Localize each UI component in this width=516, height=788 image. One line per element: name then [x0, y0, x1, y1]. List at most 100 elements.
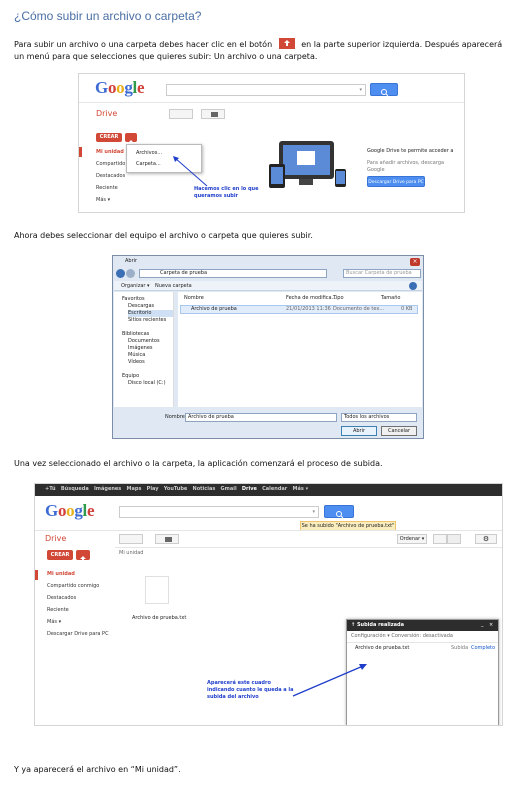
menu-item-carpeta[interactable]: Carpeta...: [136, 161, 161, 168]
address-bar[interactable]: Carpeta de prueba: [139, 269, 327, 278]
tree-bibliotecas[interactable]: Bibliotecas: [122, 331, 173, 338]
open-file-dialog: Abrir × Carpeta de prueba Buscar Carpeta…: [112, 255, 424, 439]
forward-button[interactable]: [126, 269, 135, 278]
nav-item-mas[interactable]: Más ▾: [96, 194, 130, 206]
topbar-drive[interactable]: Drive: [242, 486, 257, 492]
search-button[interactable]: [324, 505, 354, 519]
download-drive-button[interactable]: Descargar Drive para PC: [367, 176, 425, 187]
topbar-maps[interactable]: Maps: [127, 486, 142, 492]
upload-panel-config[interactable]: Configuración ▾ Conversión: desactivada: [351, 633, 453, 640]
help-icon[interactable]: [409, 282, 417, 290]
nav-item-reciente[interactable]: Reciente: [47, 604, 109, 616]
close-icon[interactable]: ×: [410, 258, 420, 266]
col-fecha[interactable]: Fecha de modifica...: [286, 295, 336, 302]
nombre-label: Nombre:: [165, 414, 187, 420]
list-view-button[interactable]: [433, 534, 447, 544]
filter-select[interactable]: Todos los archivos: [341, 413, 417, 422]
tree-sitios[interactable]: Sitios recientes: [128, 317, 173, 324]
tree-favoritos[interactable]: Favoritos: [122, 296, 173, 303]
promo-title: Google Drive te permite acceder a: [367, 148, 454, 154]
annotation-arrow: [292, 664, 367, 697]
file-row[interactable]: Archivo de prueba 21/01/2013 11:36 Docum…: [180, 305, 418, 314]
upload-button[interactable]: [76, 550, 90, 563]
search-field[interactable]: Buscar Carpeta de prueba: [343, 269, 421, 278]
file-thumbnail[interactable]: [145, 576, 169, 604]
nav-item-destacados[interactable]: Destacados: [96, 170, 130, 182]
upload-button[interactable]: [125, 133, 137, 146]
panel-minimize-icon[interactable]: _: [481, 621, 484, 628]
google-logo: Google: [95, 78, 145, 97]
topbar-tu[interactable]: +Tú: [45, 486, 56, 492]
devices-illustration: [269, 139, 351, 191]
grid-view-button[interactable]: [447, 534, 461, 544]
tree-disco[interactable]: Disco local (C:): [128, 380, 173, 387]
upload-panel-title: ↑ Subida realizada: [351, 622, 404, 628]
gear-icon[interactable]: ⚙: [475, 534, 497, 544]
nav-list: Mi unidad Compartido c Destacados Recien…: [96, 146, 130, 206]
abrir-button[interactable]: Abrir: [341, 426, 377, 436]
topbar-play[interactable]: Play: [147, 486, 159, 492]
nav-item-mi-unidad[interactable]: Mi unidad: [96, 146, 130, 158]
upload-status: Subida: [451, 645, 469, 651]
upload-file-name: Archivo de prueba.txt: [355, 645, 410, 651]
tree-musica[interactable]: Música: [128, 352, 173, 359]
topbar-busqueda[interactable]: Búsqueda: [61, 486, 89, 492]
drive-label: Drive: [96, 109, 118, 118]
panel-close-icon[interactable]: ×: [489, 622, 493, 629]
organizar-button[interactable]: Organizar ▾: [121, 283, 150, 290]
cancelar-button[interactable]: Cancelar: [381, 426, 417, 436]
paragraph-2: Ahora debes seleccionar del equipo el ar…: [14, 231, 313, 240]
annotation-text: Aparecerá este cuadro indicando cuanto l…: [207, 680, 294, 700]
nombre-input[interactable]: Archivo de prueba: [185, 413, 337, 422]
tree-documentos[interactable]: Documentos: [128, 338, 173, 345]
nav-item-mi-unidad[interactable]: Mi unidad: [47, 568, 109, 580]
tree-videos[interactable]: Vídeos: [128, 359, 173, 366]
topbar-gmail[interactable]: Gmail: [221, 486, 237, 492]
col-tamano[interactable]: Tamaño: [381, 295, 400, 302]
new-doc-button[interactable]: [169, 109, 193, 119]
folder-button[interactable]: [201, 109, 225, 119]
topbar-youtube[interactable]: YouTube: [164, 486, 188, 492]
search-button[interactable]: [370, 83, 398, 97]
tree-equipo[interactable]: Equipo: [122, 373, 173, 380]
nav-item-mas[interactable]: Más ▾: [47, 616, 109, 628]
topbar-noticias[interactable]: Noticias: [193, 486, 216, 492]
tree-escritorio[interactable]: Escritorio: [128, 310, 173, 317]
topbar-imagenes[interactable]: Imágenes: [94, 486, 121, 492]
crear-button[interactable]: CREAR: [96, 133, 122, 142]
topbar-calendar[interactable]: Calendar: [262, 486, 287, 492]
topbar-mas[interactable]: Más ▾: [293, 486, 309, 492]
search-input[interactable]: ▾: [119, 506, 319, 518]
menu-item-archivos[interactable]: Archivos...: [136, 150, 162, 157]
file-label[interactable]: Archivo de prueba.txt: [132, 615, 186, 622]
tree-imagenes[interactable]: Imágenes: [128, 345, 173, 352]
ordenar-button[interactable]: Ordenar ▾: [397, 534, 427, 544]
nav-item-compartido[interactable]: Compartido c: [96, 158, 130, 170]
col-tipo[interactable]: Tipo: [333, 295, 344, 302]
new-doc-button[interactable]: [119, 534, 143, 544]
nav-list: Mi unidad Compartido conmigo Destacados …: [47, 568, 109, 640]
paragraph-3: Una vez seleccionado el archivo o la car…: [14, 459, 383, 468]
folder-button[interactable]: [155, 534, 179, 544]
nav-item-descargar[interactable]: Descargar Drive para PC: [47, 628, 109, 640]
nav-pane: Favoritos Descargas Escritorio Sitios re…: [114, 292, 174, 407]
annotation-arrow: [173, 156, 208, 187]
nav-item-destacados[interactable]: Destacados: [47, 592, 109, 604]
upload-icon: [278, 38, 295, 49]
google-topbar: +Tú Búsqueda Imágenes Maps Play YouTube …: [35, 484, 502, 496]
col-nombre[interactable]: Nombre: [184, 295, 204, 302]
annotation-text: Hacemos clic en lo que queramos subir: [194, 186, 259, 199]
breadcrumb[interactable]: Mi unidad: [119, 550, 143, 557]
nav-item-reciente[interactable]: Reciente: [96, 182, 130, 194]
paragraph-1: Para subir un archivo o una carpeta debe…: [14, 38, 503, 61]
upload-complete-link[interactable]: Completo: [471, 645, 495, 652]
tree-descargas[interactable]: Descargas: [128, 303, 173, 310]
crear-button[interactable]: CREAR: [47, 550, 73, 560]
new-folder-button[interactable]: Nueva carpeta: [155, 283, 192, 290]
page-title: ¿Cómo subir un archivo o carpeta?: [14, 9, 202, 23]
nav-item-compartido[interactable]: Compartido conmigo: [47, 580, 109, 592]
back-button[interactable]: [116, 269, 125, 278]
drive-label: Drive: [45, 534, 67, 543]
promo-subtitle: Para añadir archivos, descarga Google: [367, 160, 445, 173]
search-input[interactable]: ▾: [166, 84, 366, 96]
